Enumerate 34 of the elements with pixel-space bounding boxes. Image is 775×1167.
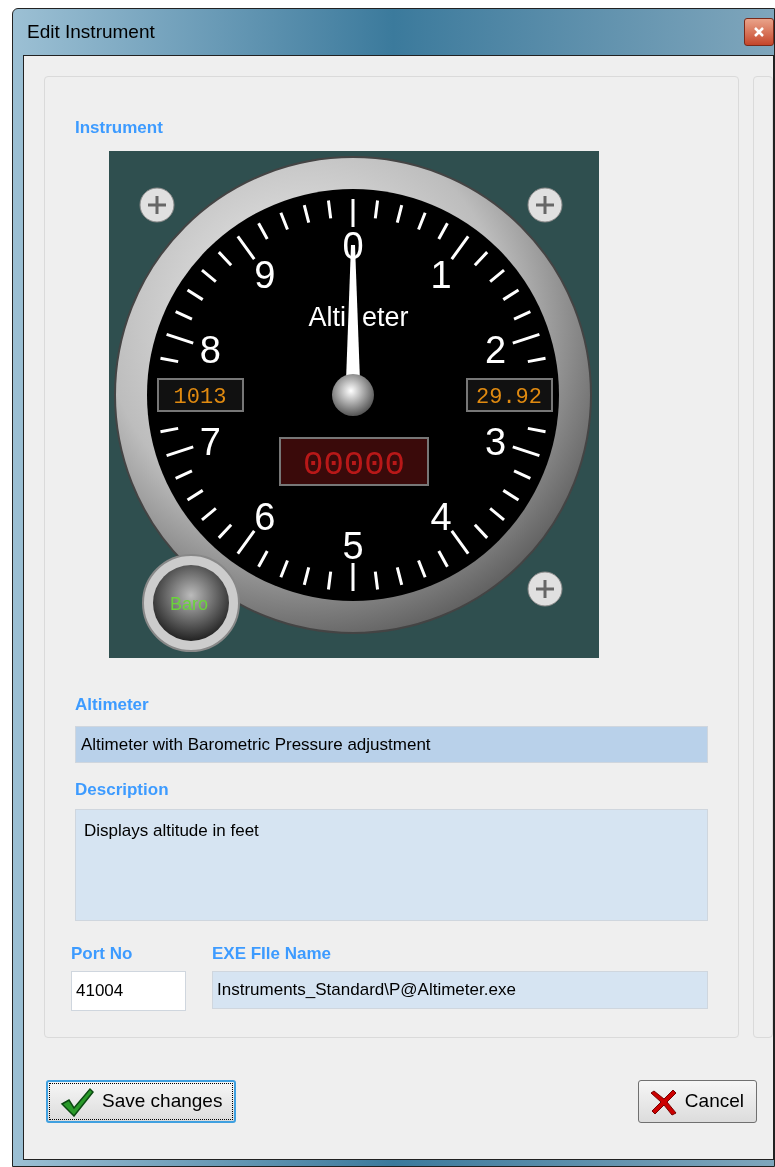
window-title: Edit Instrument xyxy=(27,19,155,44)
dial-number: 7 xyxy=(199,420,221,463)
dial-number: 2 xyxy=(485,328,507,371)
checkmark-icon xyxy=(60,1086,94,1117)
screw-icon xyxy=(527,187,563,222)
field-label: Altimeter xyxy=(75,694,149,714)
field-label: Description xyxy=(75,780,169,799)
screw-icon xyxy=(139,187,175,222)
dial-number: 9 xyxy=(254,253,276,296)
knob-label: Baro xyxy=(170,593,208,614)
exe-file-field[interactable]: Instruments_Standard\P@Altimeter.exe xyxy=(212,971,709,1009)
gauge-label: Alti xyxy=(308,301,346,332)
field-label: EXE FIle Name xyxy=(212,942,333,965)
dial-number: 4 xyxy=(430,495,452,538)
dial-number: 8 xyxy=(199,328,221,371)
close-button[interactable] xyxy=(744,18,774,46)
field-label: Instrument xyxy=(75,118,163,137)
dial-number: 6 xyxy=(254,495,276,538)
name-field[interactable]: Altimeter with Barometric Pressure adjustment xyxy=(75,726,709,763)
baro-reading: 29.92 xyxy=(466,377,553,412)
cancel-button[interactable]: Cancel xyxy=(637,1080,757,1123)
dial-number: 5 xyxy=(342,524,364,567)
gauge-label: eter xyxy=(362,301,409,332)
cross-icon xyxy=(650,1087,677,1116)
screw-icon xyxy=(527,571,563,606)
baro-reading: 1013 xyxy=(157,377,244,412)
dial-number: 1 xyxy=(430,253,452,296)
close-icon xyxy=(754,27,764,37)
altitude-counter: 00000 xyxy=(279,436,429,486)
dial-number: 3 xyxy=(485,420,507,463)
port-field[interactable]: 41004 xyxy=(71,971,186,1011)
save-button[interactable]: Save changes xyxy=(46,1080,237,1123)
field-label: Port No xyxy=(71,942,134,965)
description-field[interactable]: Displays altitude in feet xyxy=(75,808,709,921)
